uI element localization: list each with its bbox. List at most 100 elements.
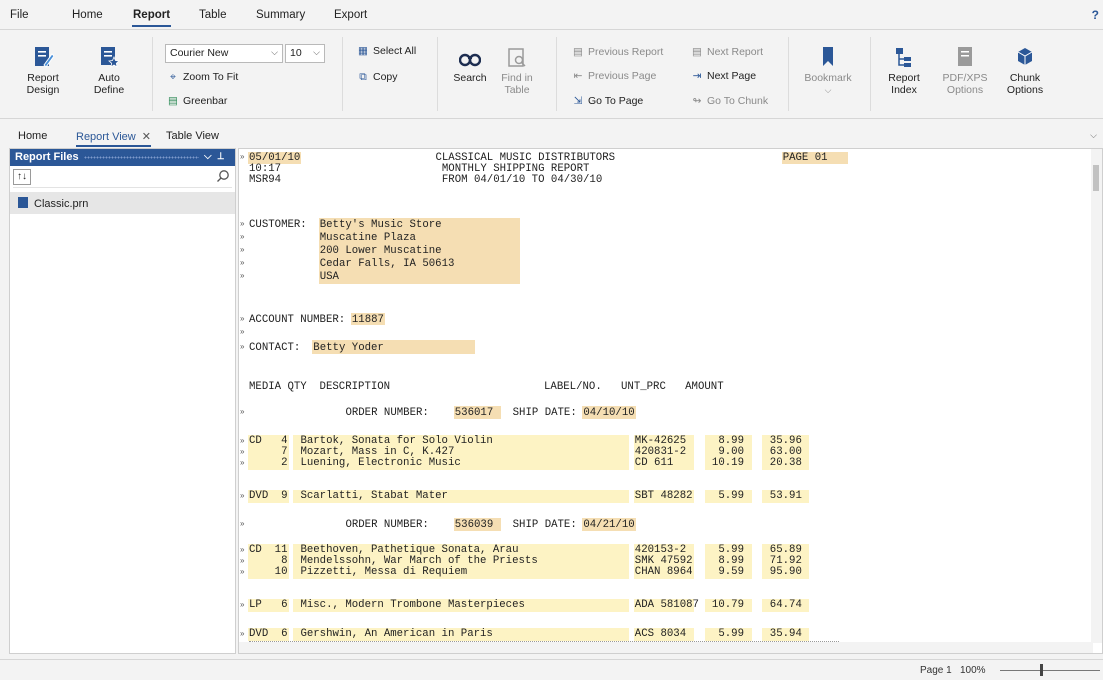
line-marker-icon: » xyxy=(240,342,245,351)
bookmark-button[interactable]: Bookmark ⌵ xyxy=(800,45,856,96)
sort-button[interactable]: ↑↓ xyxy=(13,169,31,185)
row-description: Scarlatti, Stabat Mater xyxy=(300,490,448,502)
pdf-xps-options-label: PDF/XPS Options xyxy=(942,72,988,96)
report-index-icon xyxy=(896,48,911,67)
customer-line: USA xyxy=(319,271,339,283)
report-design-button[interactable]: Report Design xyxy=(18,45,68,96)
pdf-xps-options-button[interactable]: PDF/XPS Options xyxy=(940,45,990,96)
go-to-page-button[interactable]: ⇲ Go To Page xyxy=(572,95,644,107)
row-amount: 20.38 xyxy=(763,457,802,469)
customer-label: CUSTOMER: xyxy=(249,219,307,231)
font-name-value: Courier New xyxy=(170,47,229,59)
chunk-options-button[interactable]: Chunk Options xyxy=(1000,45,1050,96)
go-to-chunk-icon: ↬ xyxy=(692,95,702,107)
previous-page-button[interactable]: ⇤ Previous Page xyxy=(572,70,657,82)
ship-date: 04/21/10 xyxy=(583,519,635,531)
row-qty: 9 xyxy=(249,490,288,502)
horizontal-scrollbar[interactable] xyxy=(239,642,1093,653)
previous-report-icon: ▤ xyxy=(573,46,583,58)
previous-page-icon: ⇤ xyxy=(573,70,583,82)
line-marker-icon: » xyxy=(240,271,245,280)
menu-report[interactable]: Report xyxy=(131,9,172,27)
report-viewer[interactable]: » 05/01/10 CLASSICAL MUSIC DISTRIBUTORS PAG… xyxy=(238,148,1103,654)
order-label: ORDER NUMBER: xyxy=(345,407,429,419)
status-bar: Page 1 100% xyxy=(0,659,1103,680)
menu-export[interactable]: Export xyxy=(334,9,367,21)
close-icon[interactable]: ✕ xyxy=(142,131,151,143)
report-index-button[interactable]: Report Index xyxy=(880,45,928,96)
vertical-scrollbar[interactable] xyxy=(1091,149,1102,643)
menu-summary[interactable]: Summary xyxy=(256,9,305,21)
menu-file[interactable]: File xyxy=(10,9,29,21)
previous-report-label: Previous Report xyxy=(588,46,664,58)
select-all-icon: ▦ xyxy=(358,45,368,57)
go-to-page-icon: ⇲ xyxy=(573,95,583,107)
line-marker-icon: » xyxy=(240,407,245,416)
ship-date-label: SHIP DATE: xyxy=(512,407,577,419)
line-marker-icon: » xyxy=(240,314,245,323)
line-marker-icon: » xyxy=(240,458,245,467)
next-report-button[interactable]: ▤ Next Report xyxy=(691,46,763,58)
search-button[interactable]: Search xyxy=(450,47,490,84)
file-item[interactable]: Classic.prn xyxy=(10,192,235,214)
date-range: FROM 04/01/10 TO 04/30/10 xyxy=(441,174,603,186)
find-in-table-button[interactable]: Find in Table xyxy=(496,47,538,96)
zoom-slider-handle[interactable] xyxy=(1040,664,1043,676)
panel-grip[interactable] xyxy=(84,156,199,159)
greenbar-button[interactable]: ▤ Greenbar xyxy=(167,95,227,107)
font-size-select[interactable]: 10 ⌵ xyxy=(285,44,325,63)
scroll-thumb[interactable] xyxy=(1093,165,1099,191)
line-marker-icon: » xyxy=(240,629,245,638)
previous-report-button[interactable]: ▤ Previous Report xyxy=(572,46,663,58)
row-amount: 64.74 xyxy=(763,599,802,611)
row-unit-price: 5.99 xyxy=(705,490,744,502)
ribbon-separator xyxy=(152,37,153,111)
menu-bar: File Home Report Table Summary Export ? xyxy=(0,0,1103,30)
pin-icon[interactable]: ⌵⊥ xyxy=(204,151,230,162)
next-page-icon: ⇥ xyxy=(692,70,702,82)
ribbon-separator xyxy=(437,37,438,111)
select-all-button[interactable]: ▦ Select All xyxy=(357,45,416,57)
line-marker-icon: » xyxy=(240,258,245,267)
tab-report-view-label: Report View xyxy=(76,131,136,143)
auto-define-button[interactable]: Auto Define xyxy=(84,45,134,96)
row-unit-price: 10.19 xyxy=(705,457,744,469)
row-label-number: ACS 8034 xyxy=(634,628,687,640)
ribbon-separator xyxy=(556,37,557,111)
line-marker-icon: » xyxy=(240,447,245,456)
zoom-to-fit-button[interactable]: ⌖ Zoom To Fit xyxy=(167,71,238,84)
menu-table[interactable]: Table xyxy=(199,9,227,21)
go-to-chunk-button[interactable]: ↬ Go To Chunk xyxy=(691,95,769,107)
line-marker-icon: » xyxy=(240,232,245,241)
row-label-number: CD 611 xyxy=(634,457,674,469)
menu-home[interactable]: Home xyxy=(72,9,103,21)
copy-button[interactable]: ⧉ Copy xyxy=(357,71,397,84)
font-size-value: 10 xyxy=(290,47,302,59)
zoom-level: 100% xyxy=(960,665,986,676)
row-description: Pizzetti, Messa di Requiem xyxy=(300,566,468,578)
line-marker-icon: » xyxy=(240,245,245,254)
chunk-options-icon xyxy=(1017,48,1033,65)
font-name-select[interactable]: Courier New ⌵ xyxy=(165,44,283,63)
help-icon[interactable]: ? xyxy=(1092,8,1099,22)
auto-define-label: Auto Define xyxy=(93,72,125,96)
ship-date-label: SHIP DATE: xyxy=(512,519,577,531)
zoom-slider[interactable] xyxy=(1000,670,1100,671)
row-qty: 10 xyxy=(249,566,288,578)
ribbon-separator xyxy=(870,37,871,111)
next-page-button[interactable]: ⇥ Next Page xyxy=(691,70,756,82)
ribbon: Report Design Auto Define Courier New ⌵ … xyxy=(0,31,1103,119)
app-window: File Home Report Table Summary Export ? … xyxy=(0,0,1103,680)
tab-report-view[interactable]: Report View ✕ xyxy=(76,130,151,147)
chevron-down-icon: ⌵ xyxy=(824,85,832,95)
tab-home[interactable]: Home xyxy=(18,130,47,142)
report-files-panel: Report Files ⌵⊥ ↑↓ Classic.prn xyxy=(9,148,236,654)
tab-table-view[interactable]: Table View xyxy=(166,130,219,142)
search-icon[interactable] xyxy=(216,169,230,183)
chevron-down-icon: ⌵ xyxy=(271,47,278,57)
pdf-options-icon xyxy=(958,47,972,66)
chevron-down-icon[interactable]: ⌵ xyxy=(1090,130,1097,141)
chunk-options-label: Chunk Options xyxy=(1006,72,1044,96)
row-amount: 53.91 xyxy=(763,490,802,502)
file-item-label: Classic.prn xyxy=(34,198,89,210)
